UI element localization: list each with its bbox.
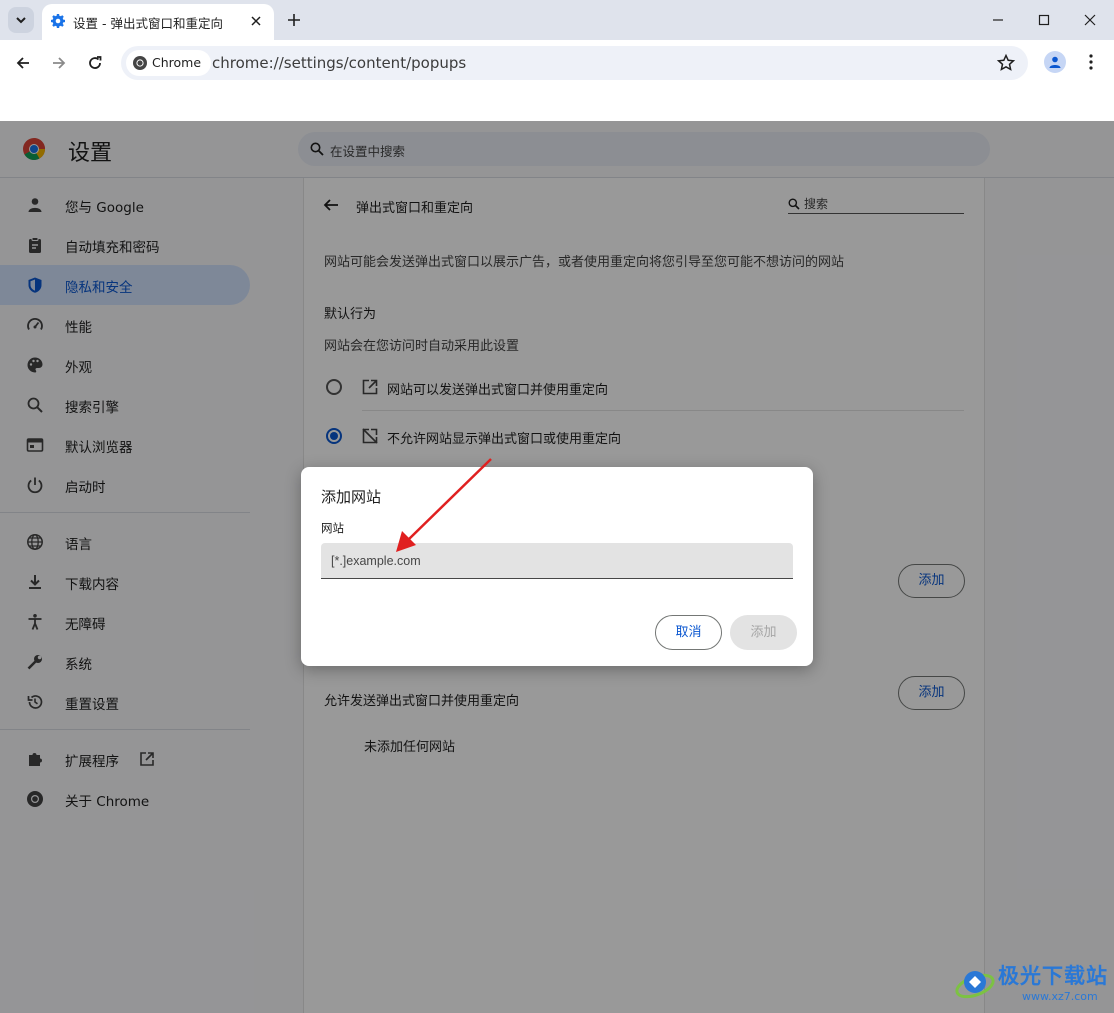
watermark-name: 极光下载站 xyxy=(998,964,1108,988)
watermark: 极光下载站 www.xz7.com xyxy=(952,958,1112,1008)
address-bar[interactable]: Chrome chrome://settings/content/popups xyxy=(121,46,1028,80)
close-icon[interactable] xyxy=(248,13,264,29)
arrow-left-icon xyxy=(16,57,29,69)
tab-strip: 设置 - 弹出式窗口和重定向 xyxy=(0,0,1114,40)
close-window-button[interactable] xyxy=(1080,10,1100,30)
profile-avatar[interactable] xyxy=(1044,51,1066,73)
url-text[interactable]: chrome://settings/content/popups xyxy=(212,54,466,72)
cancel-button[interactable]: 取消 xyxy=(655,615,722,650)
active-tab[interactable]: 设置 - 弹出式窗口和重定向 xyxy=(42,4,274,40)
add-button[interactable]: 添加 xyxy=(730,615,797,650)
site-input[interactable] xyxy=(321,543,793,579)
dialog-title: 添加网站 xyxy=(321,488,382,506)
site-chip-label: Chrome xyxy=(152,55,202,70)
browser-toolbar: Chrome chrome://settings/content/popups xyxy=(0,40,1114,86)
minimize-button[interactable] xyxy=(988,10,1008,30)
add-site-dialog: 添加网站 网站 取消 添加 xyxy=(301,467,813,666)
maximize-icon xyxy=(1038,14,1050,26)
site-chip[interactable]: Chrome xyxy=(126,50,212,76)
reload-icon xyxy=(89,56,102,69)
star-icon[interactable] xyxy=(996,53,1016,73)
tab-title: 设置 - 弹出式窗口和重定向 xyxy=(73,16,223,31)
chevron-down-icon xyxy=(16,17,26,24)
maximize-button[interactable] xyxy=(1034,10,1054,30)
bookmarks-area xyxy=(0,86,1114,121)
close-icon xyxy=(1084,14,1096,26)
gear-icon xyxy=(51,14,65,28)
site-field-label: 网站 xyxy=(321,521,344,535)
more-vert-icon xyxy=(1089,54,1093,70)
plus-icon xyxy=(288,14,300,26)
watermark-url: www.xz7.com xyxy=(1022,990,1098,1003)
person-icon xyxy=(1049,56,1061,68)
new-tab-button[interactable] xyxy=(284,10,304,30)
chrome-icon xyxy=(133,56,147,70)
reload-button[interactable] xyxy=(84,52,106,74)
arrow-right-icon xyxy=(53,57,66,69)
forward-button[interactable] xyxy=(48,52,70,74)
menu-button[interactable] xyxy=(1084,51,1098,73)
minimize-icon xyxy=(993,19,1003,21)
back-button[interactable] xyxy=(12,52,34,74)
watermark-logo-icon xyxy=(955,971,995,999)
tab-search-button[interactable] xyxy=(8,7,34,33)
